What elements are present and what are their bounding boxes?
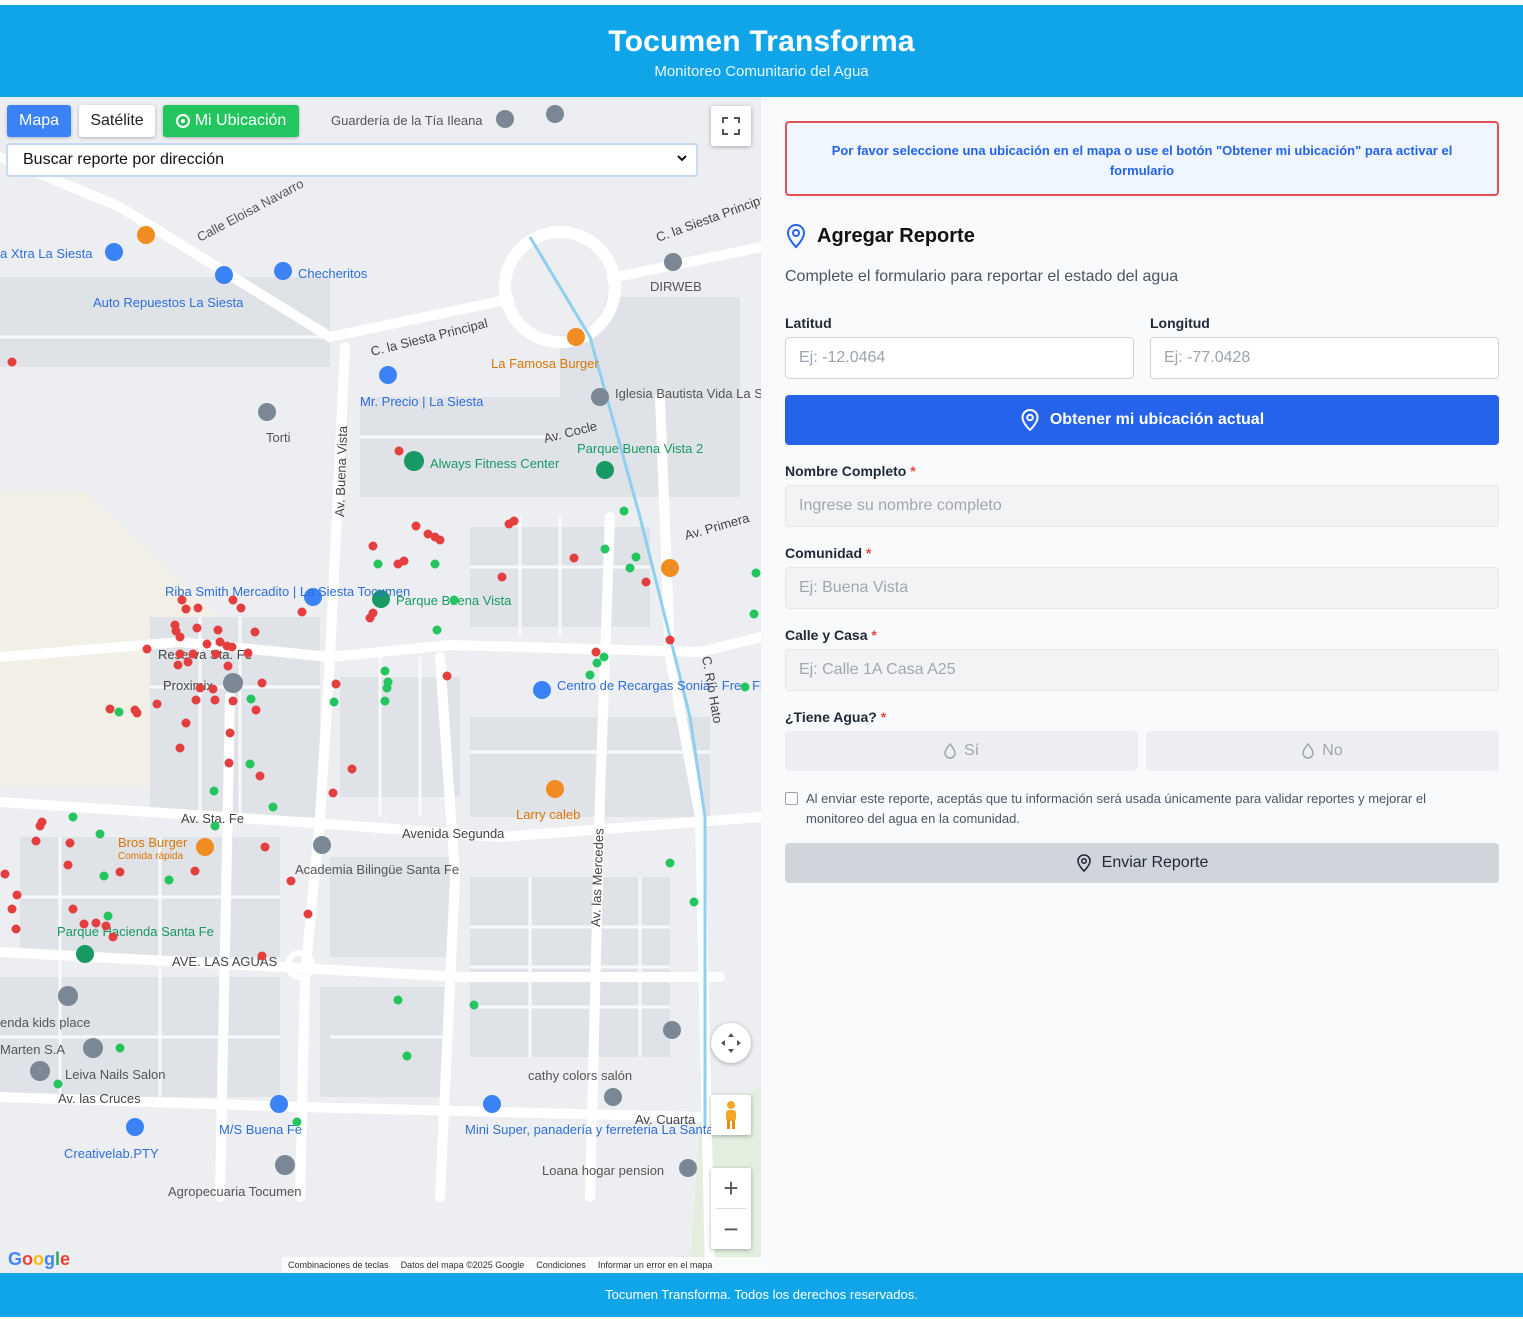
map-label-academia: Academia Bilingüe Santa Fe: [295, 862, 459, 877]
map-label-auto-repuestos: Auto Repuestos La Siesta: [93, 295, 244, 310]
map-label-riba-smith: Riba Smith Mercadito | La Siesta Tocumen: [165, 584, 410, 599]
map-label-xtra: a Xtra La Siesta: [0, 246, 93, 261]
map-label-proximix: Proximix: [163, 678, 213, 693]
map-canvas[interactable]: Guardería de la Tía Ileana Calle Eloisa …: [0, 97, 761, 1273]
map-type-satellite-button[interactable]: Satélite: [79, 105, 155, 137]
longitude-input[interactable]: Ej: -77.0428: [1150, 337, 1499, 379]
has-water-label: ¿Tiene Agua? *: [785, 709, 887, 725]
map-label-loana: Loana hogar pension: [542, 1163, 664, 1178]
pegman-icon: [726, 1101, 736, 1129]
map-pin-icon: [1076, 854, 1091, 872]
app-subtitle: Monitoreo Comunitario del Agua: [654, 63, 869, 80]
get-current-location-button[interactable]: Obtener mi ubicación actual: [785, 395, 1499, 445]
my-location-button[interactable]: Mi Ubicación: [163, 105, 299, 137]
map-label-av-cuarta: Av. Cuarta: [635, 1112, 696, 1127]
consent-text: Al enviar este reporte, aceptás que tu i…: [806, 791, 1426, 826]
map-label-parque-bv2: Parque Buena Vista 2: [577, 441, 703, 456]
map-view[interactable]: Guardería de la Tía Ileana Calle Eloisa …: [0, 97, 761, 1273]
map-data-text: Datos del mapa ©2025 Google: [400, 1260, 525, 1270]
report-search-select[interactable]: Buscar reporte por dirección: [6, 143, 698, 177]
map-pin-icon: [1021, 409, 1039, 431]
map-label-mr-precio: Mr. Precio | La Siesta: [360, 394, 484, 409]
crosshair-icon: [175, 114, 190, 128]
form-title: Agregar Reporte: [817, 224, 975, 247]
google-logo: Google: [8, 1249, 71, 1269]
form-heading: Agregar Reporte: [785, 223, 975, 249]
map-label-checheritos: Checheritos: [298, 266, 368, 281]
location-alert: Por favor seleccione una ubicación en el…: [785, 121, 1499, 196]
map-label-centro-recargas: Centro de Recargas Sonia - Free Fire: [557, 678, 761, 693]
map-label-larry: Larry caleb: [516, 807, 580, 822]
map-label-la-famosa: La Famosa Burger: [491, 356, 599, 371]
consent-checkbox[interactable]: [785, 792, 798, 805]
report-form-panel: Por favor seleccione una ubicación en el…: [761, 97, 1523, 1273]
terms-link[interactable]: Condiciones: [536, 1260, 586, 1270]
app-title: Tocumen Transforma: [608, 25, 915, 58]
report-error-link[interactable]: Informar un error en el mapa: [598, 1260, 713, 1270]
map-label-iglesia: Iglesia Bautista Vida La Siesta: [615, 386, 761, 401]
map-label-torti: Torti: [266, 430, 291, 445]
footer-text: Tocumen Transforma. Todos los derechos r…: [605, 1287, 918, 1302]
community-input[interactable]: Ej: Buena Vista: [785, 567, 1499, 609]
camera-move-icon: [721, 1033, 741, 1053]
map-label-avenida-segunda: Avenida Segunda: [402, 826, 505, 841]
map-label-creativelab: Creativelab.PTY: [64, 1146, 159, 1161]
street-input[interactable]: Ej: Calle 1A Casa A25: [785, 649, 1499, 691]
map-label-leiva: Leiva Nails Salon: [65, 1067, 165, 1082]
form-description: Complete el formulario para reportar el …: [785, 268, 1179, 285]
consent-row: Al enviar este reporte, aceptás que tu i…: [785, 789, 1485, 829]
map-label-guarderia: Guardería de la Tía Ileana: [331, 113, 483, 128]
fullscreen-icon: [722, 117, 740, 135]
map-label-marten: Marten S.A: [0, 1042, 65, 1057]
name-input[interactable]: Ingrese su nombre completo: [785, 485, 1499, 527]
street-view-pegman[interactable]: [711, 1095, 751, 1135]
water-yes-button[interactable]: Sí: [785, 731, 1138, 771]
fullscreen-button[interactable]: [711, 106, 751, 146]
zoom-control: + −: [711, 1168, 751, 1249]
water-no-button[interactable]: No: [1146, 731, 1499, 771]
my-location-label: Mi Ubicación: [194, 112, 287, 129]
droplet-icon: [944, 743, 956, 759]
keyboard-shortcuts-link[interactable]: Combinaciones de teclas: [288, 1260, 389, 1270]
water-no-label: No: [1322, 742, 1343, 759]
map-pin-icon: [786, 223, 806, 249]
map-label-av-buena-vista: Av. Buena Vista: [332, 425, 350, 517]
submit-report-button[interactable]: Enviar Reporte: [785, 843, 1499, 883]
report-search-selected: Buscar reporte por dirección: [23, 151, 224, 168]
map-attribution: Combinaciones de teclas Datos del mapa ©…: [282, 1257, 761, 1273]
chevron-down-icon: [676, 151, 688, 167]
map-label-always-fitness: Always Fitness Center: [430, 456, 560, 471]
map-label-av-las-cruces: Av. las Cruces: [58, 1091, 141, 1106]
map-label-bros-burger: Bros Burger: [118, 835, 188, 850]
droplet-icon: [1302, 743, 1315, 759]
map-label-hacienda-kids: enda kids place: [0, 1015, 90, 1030]
submit-label: Enviar Reporte: [1101, 854, 1209, 871]
map-type-map-button[interactable]: Mapa: [7, 105, 71, 137]
water-yes-label: Sí: [963, 742, 980, 759]
app-footer: Tocumen Transforma. Todos los derechos r…: [0, 1273, 1523, 1317]
map-label-reserva: Reserva Sta. Fe: [158, 647, 252, 662]
street-label: Calle y Casa *: [785, 627, 877, 643]
map-label-comida-rapida: Comida rápida: [118, 851, 183, 862]
zoom-out-button[interactable]: −: [711, 1209, 751, 1249]
community-label: Comunidad *: [785, 545, 872, 561]
longitude-label: Longitud: [1150, 315, 1210, 331]
map-label-agropecuaria: Agropecuaria Tocumen: [168, 1184, 301, 1199]
camera-control-button[interactable]: [711, 1023, 751, 1063]
zoom-in-button[interactable]: +: [711, 1168, 751, 1208]
latitude-label: Latitud: [785, 315, 832, 331]
app-header: Tocumen Transforma Monitoreo Comunitario…: [0, 5, 1523, 97]
map-label-cathy: cathy colors salón: [528, 1068, 632, 1083]
map-label-dirweb: DIRWEB: [650, 279, 702, 294]
map-label-ms-buena-fe: M/S Buena Fe: [219, 1122, 302, 1137]
app-page: Tocumen Transforma Monitoreo Comunitario…: [0, 0, 1523, 1319]
get-location-label: Obtener mi ubicación actual: [1049, 411, 1265, 428]
latitude-input[interactable]: Ej: -12.0464: [785, 337, 1134, 379]
name-label: Nombre Completo *: [785, 463, 916, 479]
